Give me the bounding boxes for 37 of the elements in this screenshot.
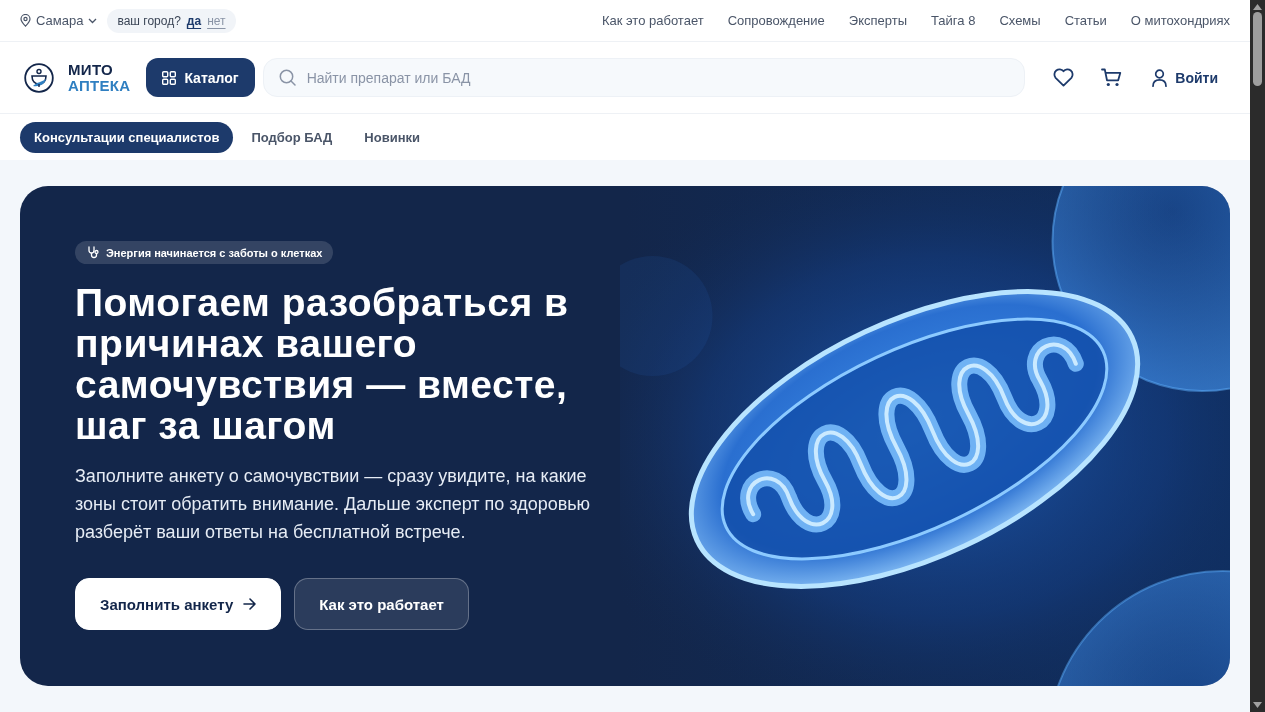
- city-question: ваш город?: [117, 13, 181, 28]
- logo-text[interactable]: МИТО: [68, 61, 131, 78]
- arrow-right-icon: [243, 598, 257, 610]
- hero-heading: Помогаем разобраться в причинах вашего самочувствия — вместе, шаг за шагом: [75, 282, 570, 446]
- location-pin-icon: [20, 14, 31, 27]
- city-selector[interactable]: Самара: [20, 13, 98, 28]
- stethoscope-icon: [87, 246, 100, 259]
- scrollbar-thumb[interactable]: [1253, 12, 1262, 86]
- nav-link[interactable]: Схемы: [999, 13, 1041, 28]
- logo-icon[interactable]: [24, 62, 54, 93]
- nav-link[interactable]: О митохондриях: [1130, 13, 1230, 28]
- heart-icon[interactable]: [1053, 68, 1075, 87]
- how-it-works-button[interactable]: Как это работает: [294, 578, 469, 630]
- nav-link[interactable]: Эксперты: [848, 13, 907, 28]
- scrollbar[interactable]: [1250, 0, 1265, 712]
- category-tab[interactable]: Подбор БАД: [237, 121, 347, 153]
- search-icon: [278, 69, 296, 86]
- cart-icon[interactable]: [1101, 68, 1123, 87]
- catalog-button[interactable]: Каталог: [146, 58, 255, 97]
- login-button[interactable]: Войти: [1152, 68, 1218, 87]
- nav-link[interactable]: Статьи: [1064, 13, 1107, 28]
- category-tab[interactable]: Консультации специалистов: [20, 121, 234, 153]
- scroll-up-icon[interactable]: [1253, 4, 1262, 10]
- chevron-down-icon: [88, 17, 98, 24]
- grid-icon: [162, 70, 177, 85]
- nav-link[interactable]: Тайга 8: [931, 13, 976, 28]
- hero-description: Заполните анкету о самочувствии — сразу увидите, на какие зоны стоит обратить внимание. Дальше эксперт по здоровью разберёт ваши ответы на бесплатной встрече.: [75, 465, 592, 544]
- search-field[interactable]: Найти препарат или БАД: [262, 58, 1026, 97]
- tag-text: Энергия начинается с заботы о клетках: [106, 246, 323, 259]
- category-tab[interactable]: Новинки: [350, 121, 434, 153]
- user-icon: [1152, 68, 1168, 87]
- logo-text[interactable]: АПТЕКА: [68, 77, 131, 94]
- nav-link[interactable]: Как это работает: [601, 13, 704, 28]
- fill-questionnaire-button[interactable]: Заполнить анкету: [75, 578, 282, 630]
- scroll-down-icon[interactable]: [1253, 702, 1262, 708]
- nav-link[interactable]: Сопровождение: [727, 13, 825, 28]
- answer-link[interactable]: да: [186, 13, 202, 28]
